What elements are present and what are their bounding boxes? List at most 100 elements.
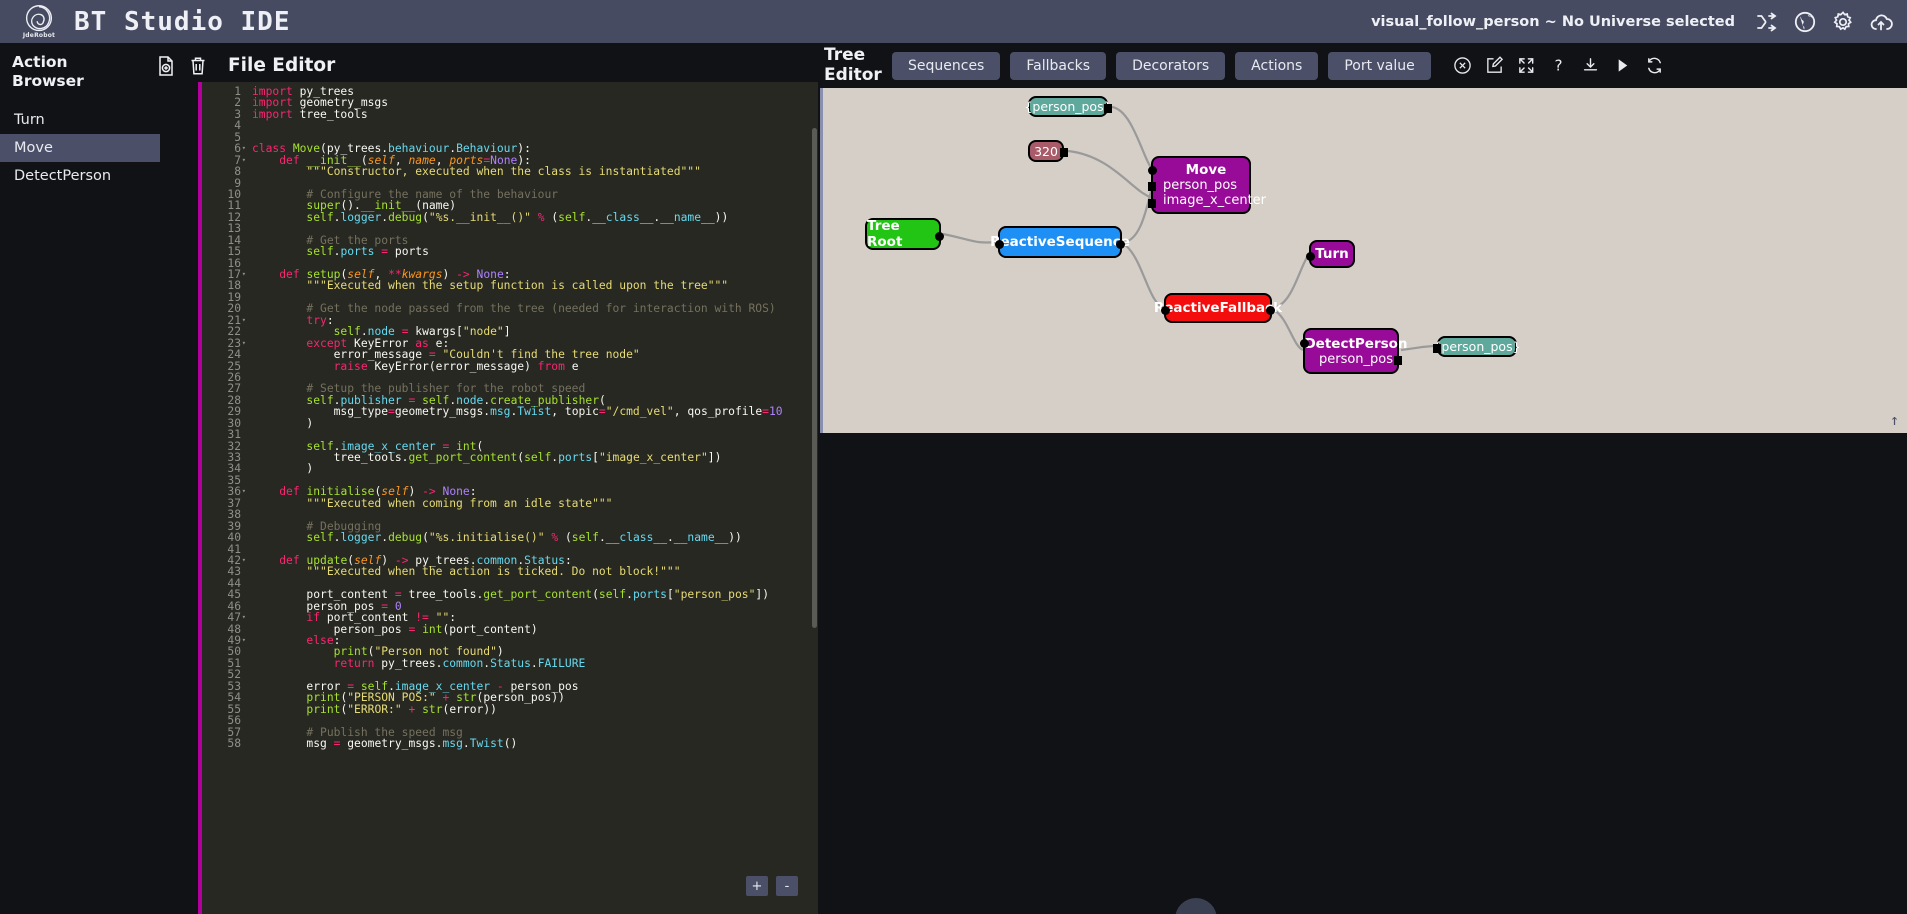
port-node-label: 320 [1034, 143, 1058, 159]
node-input-handle[interactable] [1148, 166, 1157, 175]
tree-editor-toolbar: ? [1453, 56, 1664, 75]
tree-node-move[interactable]: Move person_pos image_x_center [1148, 156, 1266, 214]
fold-toggle-icon[interactable]: ▾ [242, 635, 246, 646]
tree-node-root[interactable]: Tree Root [865, 218, 944, 250]
sequences-button[interactable]: Sequences [892, 51, 1001, 80]
code-line: msg = geometry_msgs.msg.Twist() [252, 736, 518, 750]
actions-button[interactable]: Actions [1235, 51, 1319, 80]
code-line: """Executed when the action is ticked. D… [306, 565, 681, 579]
node-label: Move [1185, 162, 1227, 178]
node-input-handle[interactable] [1306, 252, 1315, 261]
node-port-handle[interactable] [1394, 356, 1402, 365]
fold-toggle-icon[interactable]: ▾ [242, 143, 246, 154]
code-line: print("ERROR:" + str(error)) [306, 702, 497, 716]
code-line: ) [252, 416, 314, 430]
node-port-label: person_pos [1318, 351, 1394, 367]
port-node-label: {person_pos} [1433, 339, 1521, 354]
behavior-tree-canvas[interactable]: {person_pos} 320 {person_pos} Tree Root … [820, 88, 1907, 433]
gear-icon[interactable] [1831, 10, 1855, 34]
fold-toggle-icon[interactable]: ▾ [242, 315, 246, 326]
tree-node-reactive-fallback[interactable]: ReactiveFallback [1154, 293, 1282, 323]
zoom-out-button[interactable]: - [776, 876, 798, 896]
port-node-person-pos-output[interactable]: {person_pos} [1433, 336, 1521, 357]
fold-toggle-icon[interactable]: ▾ [242, 612, 246, 623]
node-port-label: image_x_center [1163, 193, 1267, 208]
node-input-handle[interactable] [995, 240, 1004, 249]
port-handle[interactable] [1104, 104, 1112, 113]
line-number: 8 [234, 165, 241, 179]
fold-toggle-icon[interactable]: ▾ [242, 155, 246, 166]
node-port-handle[interactable] [1148, 199, 1156, 208]
refresh-icon[interactable] [1645, 56, 1664, 75]
port-node-person-pos-input[interactable]: {person_pos} [1024, 96, 1112, 117]
sidebar-item-move[interactable]: Move [0, 133, 160, 162]
line-number: 6 ▾ [234, 142, 246, 156]
tree-node-turn[interactable]: Turn [1306, 240, 1355, 268]
port-node-value-320[interactable]: 320 [1028, 140, 1068, 162]
close-circle-icon[interactable] [1453, 56, 1472, 75]
line-number: 56 [227, 714, 241, 728]
download-icon[interactable] [1581, 56, 1600, 75]
edit-square-icon[interactable] [1485, 56, 1504, 75]
code-line: tree_tools.get_port_content(self.ports["… [252, 451, 722, 464]
sidebar-title: Action Browser [12, 53, 84, 91]
code-line: return py_trees.common.Status.FAILURE [333, 656, 586, 670]
fold-toggle-icon[interactable]: ▾ [242, 269, 246, 280]
globe-icon[interactable] [1793, 10, 1817, 34]
fold-toggle-icon[interactable]: ▾ [242, 338, 246, 349]
fullscreen-icon[interactable] [1517, 56, 1536, 75]
code-line: ) [252, 462, 314, 476]
app-header: JdeRobot BT Studio IDE visual_follow_per… [0, 0, 1907, 43]
file-editor-panel: File Editor 1 2 3 4 5 6 ▾ 7 ▾ 8 9 10 11 12 13 14 15 16 17 ▾… [159, 43, 818, 914]
code-line: self.logger.debug("%s.initialise()" % (s… [306, 531, 742, 545]
app-root: JdeRobot BT Studio IDE visual_follow_per… [0, 0, 1907, 914]
port-value-button[interactable]: Port value [1328, 51, 1431, 80]
editor-scrollbar[interactable] [812, 128, 817, 628]
line-number: 40 [227, 531, 241, 545]
trash-icon[interactable] [188, 55, 208, 77]
jderobot-logo[interactable]: JdeRobot [8, 4, 70, 39]
port-handle[interactable] [1433, 344, 1441, 353]
help-question-icon[interactable]: ? [1549, 56, 1568, 75]
zoom-in-button[interactable]: + [746, 876, 768, 896]
file-editor-actions [156, 55, 208, 77]
code-line: self.logger.debug("%s.__init__()" % (sel… [306, 210, 729, 224]
node-output-handle[interactable] [935, 232, 944, 241]
sidebar-item-turn[interactable]: Turn [0, 106, 160, 134]
node-port-label: person_pos [1163, 178, 1238, 193]
node-input-handle[interactable] [1300, 339, 1309, 348]
tree-node-detect-person[interactable]: DetectPerson person_pos [1300, 328, 1408, 374]
tree-edges [942, 105, 1438, 352]
line-number: 45 [227, 588, 241, 602]
tree-node-reactive-sequence[interactable]: ReactiveSequence [990, 226, 1130, 258]
code-line: msg_type=geometry_msgs.msg.Twist, topic=… [252, 405, 783, 419]
port-handle[interactable] [1060, 148, 1068, 157]
edge-sequence-to-fallback [1123, 243, 1165, 310]
line-number: 31 [227, 428, 241, 442]
play-icon[interactable] [1613, 56, 1632, 75]
node-output-handle[interactable] [1116, 240, 1125, 249]
sidebar-item-detectperson[interactable]: DetectPerson [0, 162, 160, 190]
line-number: 15 [227, 245, 241, 259]
sidebar-item-label: Move [14, 139, 53, 156]
line-number: 13 [227, 222, 241, 236]
canvas-collapse-arrow[interactable]: ↑ [1890, 411, 1899, 429]
code-content[interactable]: import py_trees import geometry_msgs impor… [248, 86, 818, 749]
add-file-icon[interactable] [156, 55, 176, 77]
shuffle-icon[interactable] [1755, 10, 1779, 34]
line-number: 22 [227, 325, 241, 339]
node-output-handle[interactable] [1266, 306, 1275, 315]
fold-toggle-icon[interactable]: ▾ [242, 555, 246, 566]
code-area: 1 2 3 4 5 6 ▾ 7 ▾ 8 9 10 11 12 13 14 15 16 17 ▾ 18 19 20 21 ▾ 22 2… [202, 82, 818, 750]
fallbacks-button[interactable]: Fallbacks [1010, 51, 1107, 80]
decorators-button[interactable]: Decorators [1116, 51, 1226, 80]
line-number: 38 [227, 508, 241, 522]
node-port-handle[interactable] [1148, 182, 1156, 191]
sidebar-item-label: Turn [14, 111, 45, 128]
cloud-upload-icon[interactable] [1869, 10, 1893, 34]
code-editor[interactable]: 1 2 3 4 5 6 ▾ 7 ▾ 8 9 10 11 12 13 14 15 16 17 ▾ 18 19 20 21 ▾ 22 2… [198, 82, 818, 914]
node-input-handle[interactable] [1161, 306, 1170, 315]
node-label: ReactiveFallback [1153, 300, 1283, 316]
code-line: """Executed when the setup function is c… [306, 279, 729, 293]
fold-toggle-icon[interactable]: ▾ [242, 486, 246, 497]
